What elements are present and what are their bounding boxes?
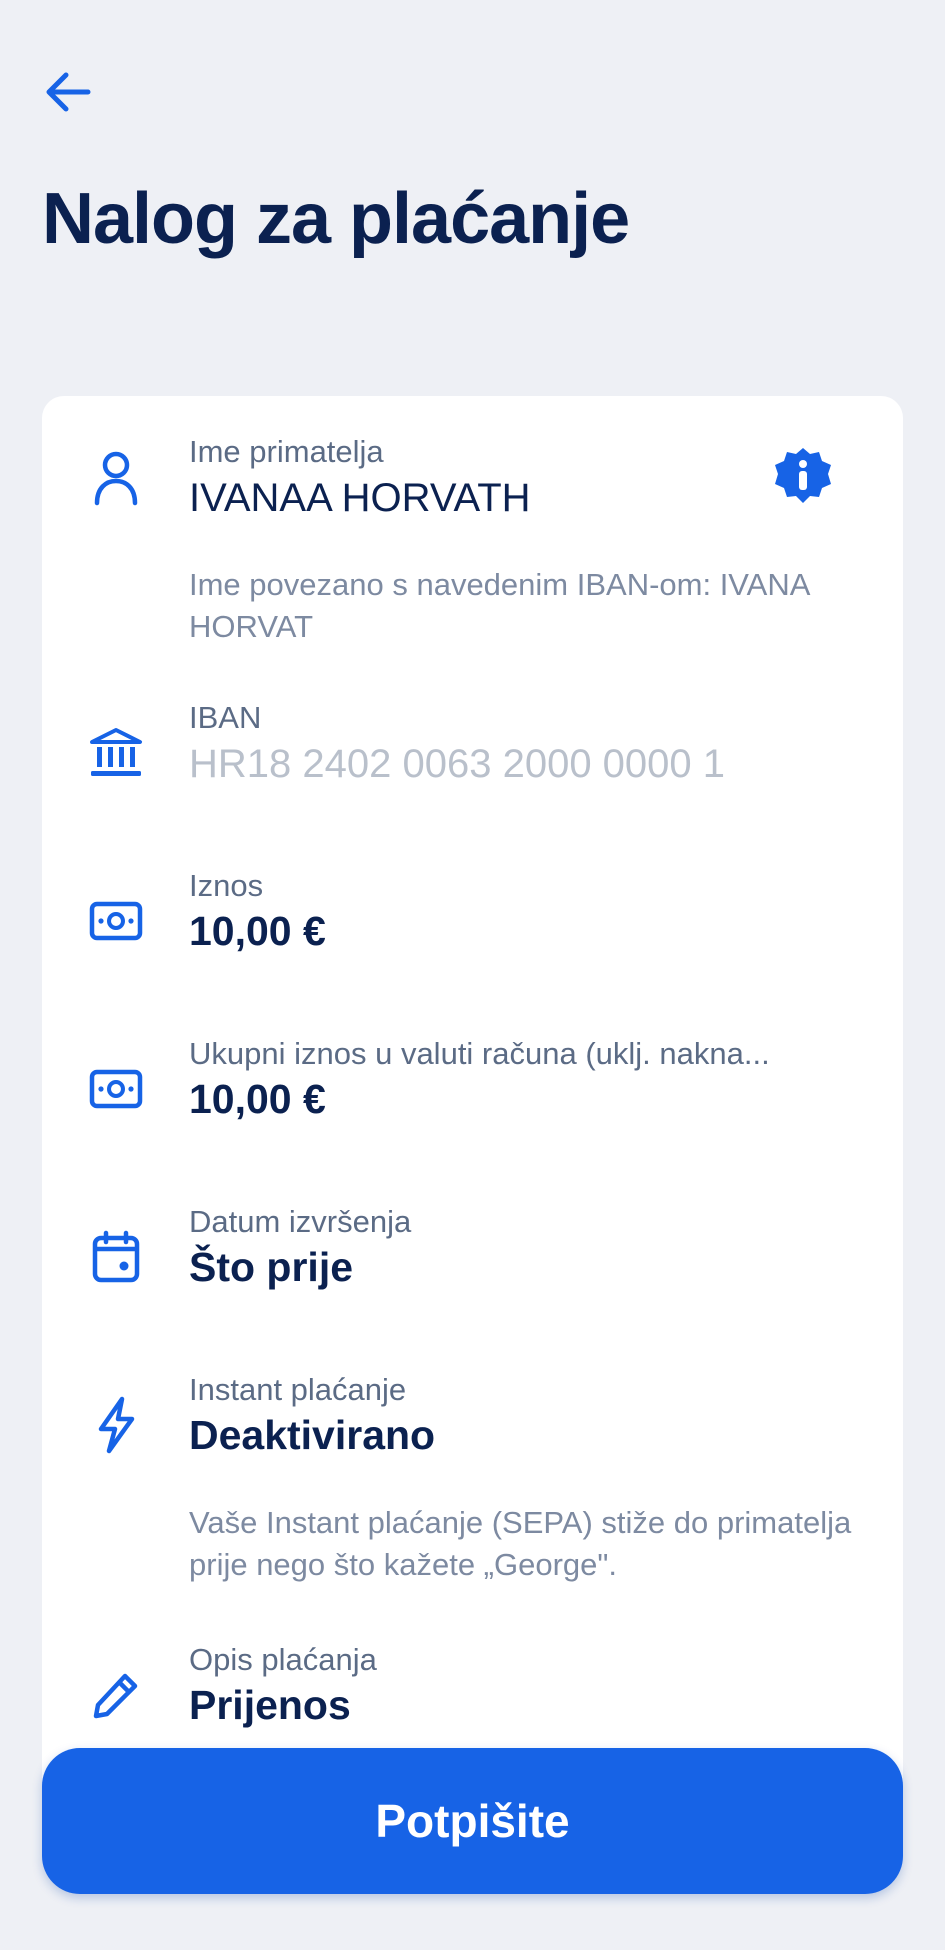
person-icon bbox=[86, 448, 146, 508]
payment-order-screen: Nalog za plaćanje Ime primatelja IVANAA … bbox=[0, 0, 945, 1950]
lightning-icon bbox=[86, 1395, 146, 1455]
arrow-left-icon bbox=[46, 72, 91, 112]
banknote-icon bbox=[86, 891, 146, 951]
execution-date-row[interactable]: Datum izvršenja Što prije bbox=[42, 1190, 903, 1330]
recipient-info-button[interactable] bbox=[773, 446, 833, 506]
pencil-icon bbox=[86, 1665, 146, 1725]
back-button[interactable] bbox=[44, 64, 104, 120]
total-amount-row[interactable]: Ukupni iznos u valuti računa (uklj. nakn… bbox=[42, 1022, 903, 1162]
instant-payment-row[interactable]: Instant plaćanje Deaktivirano Vaše Insta… bbox=[42, 1358, 903, 1608]
sign-button[interactable]: Potpišite bbox=[42, 1748, 903, 1894]
recipient-row[interactable]: Ime primatelja IVANAA HORVATH Ime poveza… bbox=[42, 396, 903, 666]
recipient-label: Ime primatelja bbox=[189, 434, 384, 469]
description-row[interactable]: Opis plaćanja Prijenos bbox=[42, 1628, 903, 1768]
execution-date-value: Što prije bbox=[189, 1244, 354, 1290]
banknote-icon bbox=[86, 1059, 146, 1119]
instant-payment-label: Instant plaćanje bbox=[189, 1372, 407, 1407]
recipient-name: IVANAA HORVATH bbox=[189, 476, 531, 520]
instant-payment-value: Deaktivirano bbox=[189, 1412, 436, 1458]
instant-payment-note: Vaše Instant plaćanje (SEPA) stiže do pr… bbox=[189, 1505, 852, 1582]
description-label: Opis plaćanja bbox=[189, 1642, 377, 1677]
page-title: Nalog za plaćanje bbox=[42, 179, 630, 259]
iban-row[interactable]: IBAN HR18 2402 0063 2000 0000 1 bbox=[42, 686, 903, 826]
amount-label: Iznos bbox=[189, 868, 264, 903]
iban-value: HR18 2402 0063 2000 0000 1 bbox=[189, 742, 726, 786]
recipient-iban-name-note: Ime povezano s navedenim IBAN-om: IVANA … bbox=[189, 567, 809, 644]
bank-icon bbox=[86, 723, 146, 783]
calendar-icon bbox=[86, 1227, 146, 1287]
amount-value: 10,00 € bbox=[189, 908, 326, 954]
payment-details-card: Ime primatelja IVANAA HORVATH Ime poveza… bbox=[42, 396, 903, 1876]
execution-date-label: Datum izvršenja bbox=[189, 1204, 412, 1239]
description-value: Prijenos bbox=[189, 1682, 351, 1728]
total-amount-label: Ukupni iznos u valuti računa (uklj. nakn… bbox=[189, 1036, 770, 1071]
total-amount-value: 10,00 € bbox=[189, 1076, 326, 1122]
iban-label: IBAN bbox=[189, 700, 262, 735]
info-badge-icon bbox=[775, 448, 831, 503]
amount-row[interactable]: Iznos 10,00 € bbox=[42, 854, 903, 994]
